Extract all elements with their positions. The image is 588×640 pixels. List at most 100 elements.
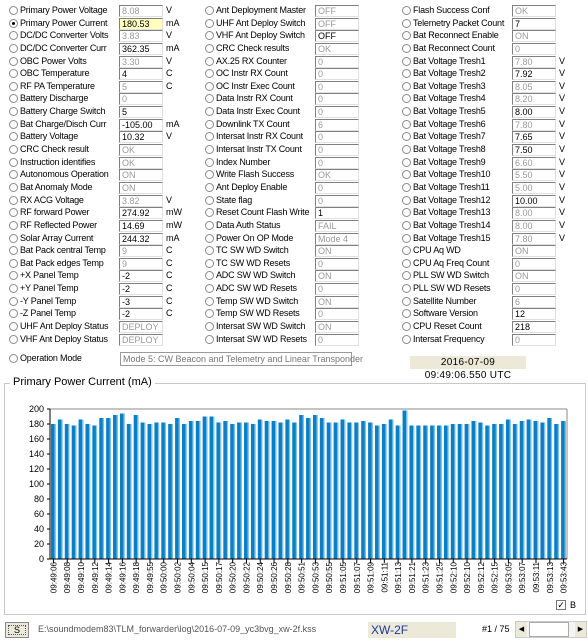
bar-highlight: [213, 416, 215, 559]
bar-highlight: [68, 424, 70, 559]
bar-highlight: [275, 421, 277, 559]
s-button[interactable]: S: [5, 622, 29, 638]
bar-highlight: [412, 425, 415, 559]
x-tick-label: 09:53:07: [518, 561, 527, 593]
x-tick-label: 09:49:16: [118, 561, 127, 593]
bar-highlight: [75, 425, 77, 559]
bar-highlight: [316, 415, 318, 559]
x-tick-label: 09:53:13: [546, 561, 555, 593]
bar-highlight: [309, 418, 311, 559]
bar-highlight: [102, 418, 104, 559]
bar-highlight: [261, 419, 263, 559]
b-checkbox[interactable]: ✓: [556, 600, 566, 610]
bar-highlight: [488, 425, 490, 559]
y-tick-label: 40: [34, 524, 44, 534]
bar-highlight: [461, 424, 463, 559]
bar-highlight: [433, 425, 435, 559]
scroll-left-icon[interactable]: ◀: [516, 622, 527, 637]
x-tick-label: 09:53:11: [532, 561, 541, 592]
bar-highlight: [116, 415, 118, 559]
y-tick-label: 140: [29, 449, 44, 459]
bar-highlight: [468, 424, 470, 559]
bar-highlight: [481, 422, 484, 559]
bar-highlight: [240, 422, 242, 559]
x-tick-label: 09:49:08: [63, 561, 72, 593]
y-tick-label: 0: [39, 554, 44, 564]
bar-highlight: [95, 425, 98, 559]
packet-scrollbar[interactable]: ◀ ▶: [515, 621, 587, 638]
x-tick-label: 09:53:43: [560, 561, 569, 593]
bar-highlight: [281, 422, 284, 559]
bar-highlight: [157, 422, 160, 559]
bar-highlight: [454, 424, 456, 559]
x-tick-label: 09:51:21: [408, 561, 417, 593]
scroll-thumb[interactable]: [529, 622, 569, 637]
x-tick-label: 09:51:09: [367, 561, 376, 593]
x-tick-label: 09:50:55: [325, 561, 334, 593]
bar-highlight: [350, 422, 353, 559]
bar-highlight: [323, 418, 325, 559]
bar-highlight: [123, 413, 125, 559]
bar-highlight: [557, 424, 559, 559]
x-tick-label: 09:50:17: [215, 561, 224, 593]
x-tick-label: 09:51:13: [394, 561, 403, 593]
bar-highlight: [426, 425, 428, 559]
bar-highlight: [543, 422, 546, 559]
status-bar: S E:\soundmodem83\TLM_forwarder\log\2016…: [0, 620, 588, 640]
y-tick-label: 20: [34, 539, 44, 549]
bar-highlight: [440, 425, 442, 559]
bar-highlight: [406, 410, 408, 559]
bar-highlight: [130, 424, 132, 559]
x-tick-label: 09:51:07: [353, 561, 362, 593]
y-tick-label: 100: [29, 479, 44, 489]
bar-highlight: [199, 421, 201, 559]
x-tick-label: 09:51:11: [380, 561, 389, 592]
bar-highlight: [254, 424, 256, 559]
scroll-right-icon[interactable]: ▶: [575, 622, 586, 637]
x-tick-label: 09:50:22: [242, 561, 251, 593]
bar-highlight: [371, 422, 373, 559]
checkbox-label: B: [570, 600, 577, 610]
y-tick-label: 60: [34, 509, 44, 519]
log-file-path: E:\soundmodem83\TLM_forwarder\log\2016-0…: [38, 624, 317, 634]
bar-highlight: [192, 421, 194, 559]
y-tick-label: 200: [29, 404, 44, 414]
bar-highlight: [530, 419, 532, 559]
bar-highlight: [378, 425, 380, 559]
bar-highlight: [233, 424, 235, 559]
satellite-name: XW-2F: [368, 622, 456, 638]
bar-highlight: [88, 424, 91, 559]
bar-highlight: [495, 424, 497, 559]
y-tick-label: 120: [29, 464, 44, 474]
bar-highlight: [137, 415, 139, 559]
bar-highlight: [302, 415, 304, 559]
x-tick-label: 09:49:14: [105, 561, 114, 593]
bar-highlight: [523, 421, 525, 559]
x-tick-label: 09:49:06: [49, 561, 58, 593]
x-tick-label: 09:49:55: [146, 561, 155, 593]
bar-highlight: [344, 419, 346, 559]
x-tick-label: 09:50:15: [201, 561, 210, 593]
bar-highlight: [185, 424, 187, 559]
x-tick-label: 09:50:20: [229, 561, 238, 593]
x-tick-label: 09:49:18: [132, 561, 141, 593]
bar-highlight: [54, 424, 56, 559]
x-tick-label: 09:52:12: [477, 561, 486, 593]
bar-highlight: [419, 425, 422, 559]
x-tick-label: 09:51:05: [339, 561, 348, 593]
bar-highlight: [447, 425, 449, 559]
bar-highlight: [164, 422, 166, 559]
bar-highlight: [357, 422, 359, 559]
bar-highlight: [268, 421, 270, 559]
bar-chart: 0 20 40 60 80 100 120 140 160 180 200 09:49:06 09:49…: [29, 404, 569, 593]
bar-highlight: [364, 421, 366, 559]
x-tick-label: 09:53:05: [504, 561, 513, 593]
bar-highlight: [171, 424, 173, 559]
bar-highlight: [550, 418, 553, 559]
bar-highlight: [178, 418, 180, 559]
bar-highlight: [206, 416, 208, 559]
bar-highlight: [82, 419, 84, 559]
bar-highlight: [330, 422, 332, 559]
bar-highlight: [247, 422, 249, 559]
bar-highlight: [144, 422, 146, 559]
